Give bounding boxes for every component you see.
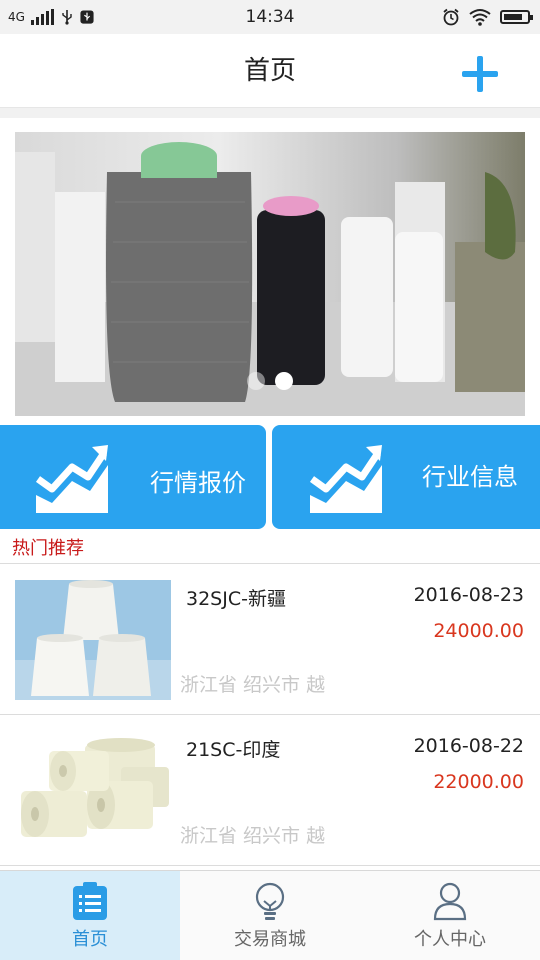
document-list-icon [73, 882, 107, 920]
person-icon [433, 882, 467, 921]
list-item[interactable]: 21SC-印度 2016-08-22 22000.00 浙江省 绍兴市 越 [0, 715, 540, 866]
carousel-dot-active[interactable] [275, 372, 293, 390]
tile-label: 行情报价 [150, 469, 246, 497]
lightbulb-icon [255, 882, 285, 920]
trend-chart-icon [35, 445, 108, 513]
product-price: 22000.00 [433, 771, 524, 793]
alarm-icon [443, 8, 459, 26]
tile-label: 行业信息 [422, 463, 518, 491]
product-location: 浙江省 绍兴市 越 [180, 825, 326, 847]
product-name: 21SC-印度 [186, 739, 281, 761]
status-right [442, 0, 533, 34]
product-location: 浙江省 绍兴市 越 [180, 674, 326, 696]
bottom-nav: 首页 交易商城 个人中心 [0, 870, 540, 960]
trend-chart-icon [309, 445, 382, 513]
yarn-cones-image [15, 580, 171, 700]
product-list: 32SJC-新疆 2016-08-23 24000.00 浙江省 绍兴市 越 2… [0, 564, 540, 866]
nav-profile[interactable]: 个人中心 [360, 871, 540, 960]
product-name: 32SJC-新疆 [186, 588, 286, 610]
nav-home[interactable]: 首页 [0, 871, 180, 960]
battery-icon [500, 10, 533, 24]
list-item[interactable]: 32SJC-新疆 2016-08-23 24000.00 浙江省 绍兴市 越 [0, 564, 540, 715]
nav-label: 个人中心 [414, 929, 486, 950]
wifi-icon [469, 9, 491, 26]
nav-label: 交易商城 [234, 929, 306, 950]
product-date: 2016-08-22 [413, 735, 524, 757]
app-header: 首页 [0, 34, 540, 108]
product-thumbnail [15, 731, 171, 851]
carousel-indicator [15, 372, 525, 390]
section-title: 热门推荐 [12, 538, 84, 559]
plus-icon[interactable] [460, 54, 500, 94]
header-divider [0, 108, 540, 118]
product-thumbnail [15, 580, 171, 700]
quick-tiles: 行情报价 行业信息 [0, 425, 540, 529]
nav-mall[interactable]: 交易商城 [180, 871, 360, 960]
yarn-cones-image [15, 731, 171, 851]
banner-carousel[interactable] [15, 132, 525, 416]
status-bar: 4G 14:34 [0, 0, 540, 34]
nav-label: 首页 [72, 929, 108, 950]
market-quote-tile[interactable]: 行情报价 [0, 425, 266, 529]
product-date: 2016-08-23 [413, 584, 524, 606]
carousel-dot[interactable] [247, 372, 265, 390]
industry-info-tile[interactable]: 行业信息 [272, 425, 540, 529]
product-price: 24000.00 [433, 620, 524, 642]
page-title: 首页 [243, 56, 296, 86]
